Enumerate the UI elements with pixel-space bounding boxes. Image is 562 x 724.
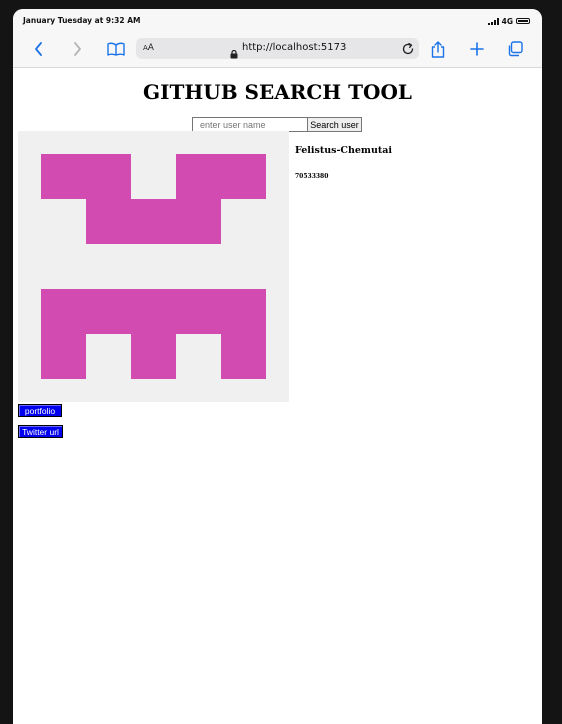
network-label: 4G [501,16,513,26]
status-time: January Tuesday at 9:32 AM [23,16,141,25]
user-name: Felistus-Chemutai [295,145,393,156]
battery-icon [516,18,530,24]
tabs-icon[interactable] [506,31,524,67]
url-text: http://localhost:5173 [242,42,347,53]
reload-icon[interactable] [401,41,415,60]
share-icon[interactable] [429,31,447,67]
signal-icon [487,17,499,25]
page-title: GITHUB SEARCH TOOL [143,80,412,104]
lock-icon [230,44,238,63]
user-id: 70533380 [295,173,329,180]
avatar [18,131,289,402]
twitter-url-button[interactable]: Twitter url [18,425,63,438]
new-tab-icon[interactable] [468,31,486,67]
avatar-identicon [18,131,289,402]
forward-icon[interactable] [68,31,86,67]
search-user-button[interactable]: Search user [307,117,362,132]
search-input[interactable] [192,117,315,132]
bookmarks-icon[interactable] [106,31,126,67]
address-bar[interactable]: AA http://localhost:5173 [136,38,419,59]
web-page: GITHUB SEARCH TOOL Search user Felistus-… [13,68,542,724]
status-indicators: 4G [487,16,530,26]
back-icon[interactable] [30,31,48,67]
portfolio-button[interactable]: portfolio [18,404,62,417]
browser-toolbar: AA http://localhost:5173 [13,31,542,68]
browser-window: January Tuesday at 9:32 AM 4G AA http://… [13,9,542,724]
text-size-button[interactable]: AA [143,43,154,53]
status-bar: January Tuesday at 9:32 AM 4G [13,9,542,31]
